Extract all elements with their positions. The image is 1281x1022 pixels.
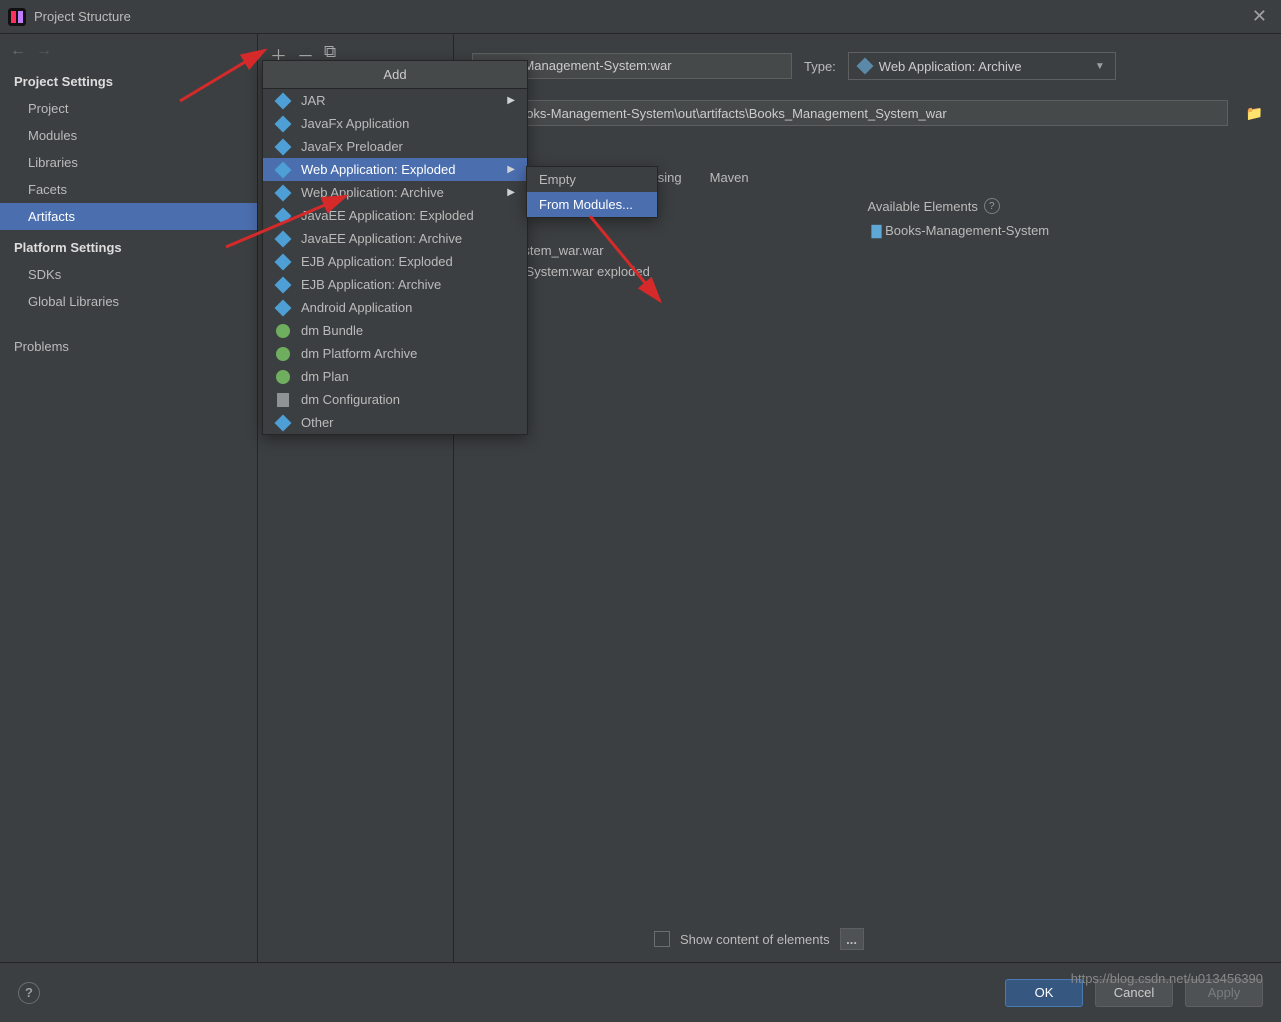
browse-folder-icon[interactable]: 📁 [1246,105,1263,122]
nav-history: ← → [0,34,257,64]
add-menu-item[interactable]: JavaEE Application: Exploded [263,204,527,227]
show-content-checkbox[interactable] [654,931,670,947]
close-icon[interactable]: ✕ [1246,6,1273,27]
sidebar: ← → Project Settings Project Modules Lib… [0,34,258,962]
sidebar-item-libraries[interactable]: Libraries [0,149,257,176]
sidebar-item-artifacts[interactable]: Artifacts [0,203,257,230]
add-menu-header: Add [263,61,527,89]
section-platform-settings: Platform Settings [0,230,257,261]
sidebar-item-sdks[interactable]: SDKs [0,261,257,288]
sidebar-item-facets[interactable]: Facets [0,176,257,203]
add-menu-item[interactable]: EJB Application: Exploded [263,250,527,273]
available-elements: Available Elements ? ▇ Books-Management-… [868,196,1264,284]
app-icon [8,8,26,26]
sidebar-item-modules[interactable]: Modules [0,122,257,149]
sidebar-item-global-libraries[interactable]: Global Libraries [0,288,257,315]
type-icon [856,58,873,75]
forward-icon[interactable]: → [36,42,52,60]
show-content-label: Show content of elements [680,932,830,947]
add-menu-item[interactable]: JavaFx Application [263,112,527,135]
show-content-button[interactable]: ... [840,928,864,950]
help-icon[interactable]: ? [984,198,1000,214]
show-content-row: Show content of elements ... [654,928,864,950]
add-menu-item[interactable]: JavaFx Preloader [263,135,527,158]
output-dir-value: oject\Books-Management-System\out\artifa… [479,106,947,121]
chevron-down-icon: ▼ [1095,61,1105,72]
add-menu-item[interactable]: Web Application: Exploded▶ [263,158,527,181]
submenu-empty[interactable]: Empty [527,167,657,192]
add-menu: Add JAR▶JavaFx ApplicationJavaFx Preload… [262,60,528,435]
include-build-checkbox[interactable]: de in project build [404,126,1281,159]
tab-maven[interactable]: Maven [708,165,751,190]
available-header: Available Elements [868,199,978,214]
add-menu-item[interactable]: EJB Application: Archive [263,273,527,296]
output-dir-input[interactable]: oject\Books-Management-System\out\artifa… [470,100,1227,126]
sidebar-item-project[interactable]: Project [0,95,257,122]
add-menu-item[interactable]: dm Plan [263,365,527,388]
sidebar-item-problems[interactable]: Problems [0,333,257,360]
help-button[interactable]: ? [18,982,40,1004]
type-label: Type: [804,59,836,74]
section-project-settings: Project Settings [0,64,257,95]
type-select[interactable]: Web Application: Archive ▼ [848,52,1116,80]
add-menu-item[interactable]: dm Configuration [263,388,527,411]
add-menu-item[interactable]: JAR▶ [263,89,527,112]
add-menu-item[interactable]: Web Application: Archive▶ [263,181,527,204]
add-menu-item[interactable]: JavaEE Application: Archive [263,227,527,250]
back-icon[interactable]: ← [10,42,26,60]
window-title: Project Structure [34,9,1246,24]
submenu-from-modules[interactable]: From Modules... [527,192,657,217]
add-menu-item[interactable]: Other [263,411,527,434]
add-submenu: Empty From Modules... [526,166,658,218]
add-menu-item[interactable]: Android Application [263,296,527,319]
type-value: Web Application: Archive [879,59,1022,74]
watermark: https://blog.csdn.net/u013456390 [1071,971,1263,986]
add-menu-item[interactable]: dm Platform Archive [263,342,527,365]
add-menu-item[interactable]: dm Bundle [263,319,527,342]
module-icon: ▇ [872,223,882,238]
titlebar: Project Structure ✕ [0,0,1281,34]
available-item[interactable]: ▇ Books-Management-System [868,220,1264,242]
